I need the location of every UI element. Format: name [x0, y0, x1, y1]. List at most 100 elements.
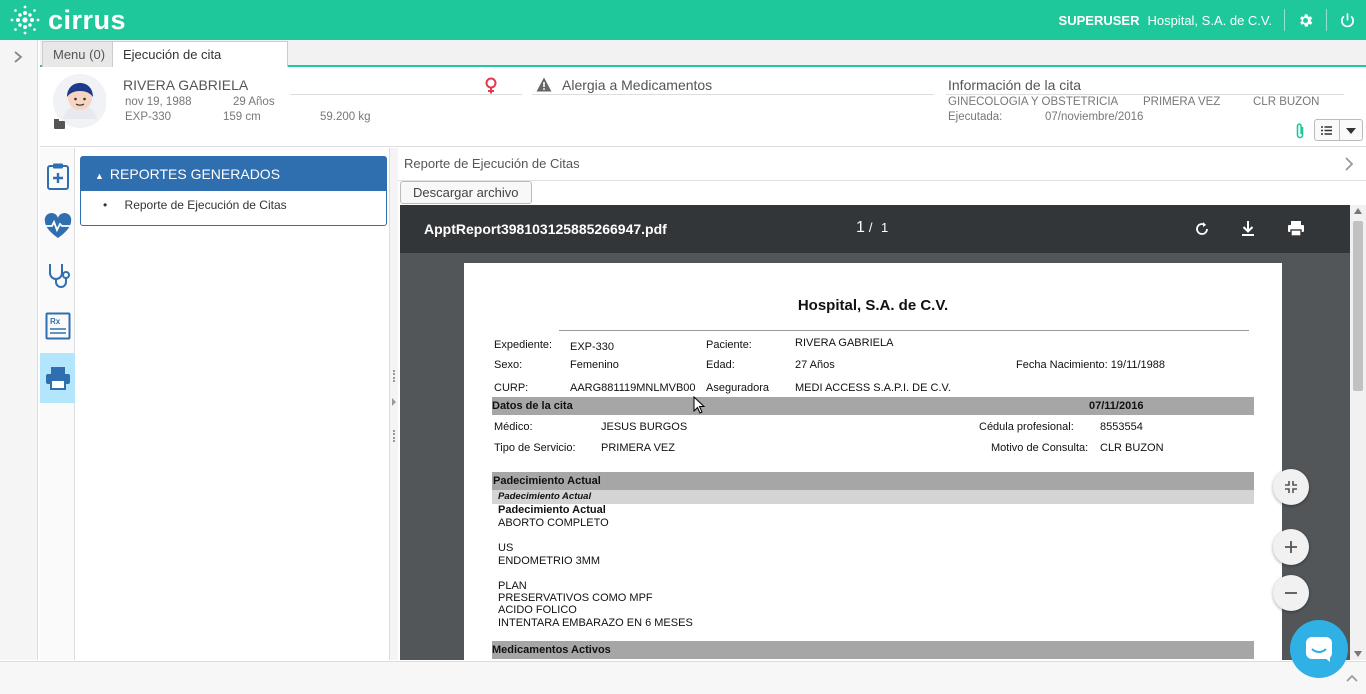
pdf-value-doctor: JESUS BURGOS [601, 421, 688, 433]
patient-header: RIVERA GABRIELA nov 19, 1988 29 Años EXP… [40, 67, 1366, 147]
plus-icon [1285, 541, 1297, 553]
illness-line: ACIDO FOLICO [498, 604, 577, 616]
reports-header-label: REPORTES GENERADOS [109, 166, 281, 182]
subsection-band: Padecimiento Actual [492, 490, 1254, 504]
tab-menu[interactable]: Menu (0) [42, 41, 117, 67]
side-item-vitals[interactable] [40, 201, 75, 251]
download-icon[interactable] [1241, 220, 1255, 237]
pdf-value-curp: AARG881119MNLMVB00 [570, 382, 696, 394]
svg-text:Rx: Rx [50, 317, 61, 326]
fit-page-button[interactable] [1273, 469, 1309, 505]
pdf-viewer: ApptReport398103125885266947.pdf 1/ 1 Ho… [400, 205, 1350, 660]
report-item-label: Reporte de Ejecución de Citas [124, 198, 287, 212]
illness-line: PRESERVATIVOS COMO MPF [498, 592, 653, 604]
logo[interactable]: cirrus [8, 4, 126, 36]
pdf-label-insurer: Aseguradora [706, 382, 769, 394]
side-item-prescription[interactable]: Rx [40, 301, 75, 351]
rotate-icon[interactable] [1194, 221, 1210, 237]
paperclip-icon[interactable] [1294, 122, 1306, 140]
clipboard-plus-icon [46, 163, 69, 190]
subsection-illness: Padecimiento Actual [498, 491, 592, 502]
section-band: Medicamentos Activos [492, 641, 1254, 659]
scrollbar-thumb[interactable] [1353, 221, 1363, 391]
divider [946, 94, 1344, 95]
illness-line: US [498, 542, 514, 554]
tab-bar: Menu (0) Ejecución de cita médica✖ [40, 40, 1366, 87]
status-bar [0, 661, 1366, 694]
patient-record: EXP-330 [125, 111, 172, 123]
mouse-cursor-icon [693, 396, 705, 414]
printer-icon[interactable] [1287, 220, 1305, 237]
reports-accordion: ▲ REPORTES GENERADOS Reporte de Ejecución… [80, 156, 387, 226]
reports-header[interactable]: ▲ REPORTES GENERADOS [81, 157, 386, 191]
chevron-up-icon[interactable] [1346, 674, 1358, 682]
section-meds: Medicamentos Activos [492, 644, 611, 656]
grip-icon [393, 370, 395, 382]
pdf-label-doctor: Médico: [494, 421, 533, 433]
executed-label: Ejecutada: [948, 111, 1003, 123]
allergy-label[interactable]: Alergia a Medicamentos [562, 77, 712, 93]
appointment-reason: CLR BUZON [1253, 96, 1320, 108]
side-item-consultation[interactable] [40, 251, 75, 301]
pdf-label-birth-text: Fecha Nacimiento: [1016, 359, 1108, 371]
side-item-clinical-record[interactable] [40, 151, 75, 201]
section-appointment: Datos de la cita [492, 400, 573, 412]
pdf-page-indicator: 1/ 1 [856, 219, 888, 237]
chevron-right-icon[interactable] [11, 50, 25, 64]
patient-name: RIVERA GABRIELA [123, 77, 249, 93]
pdf-value-insurer: MEDI ACCESS S.A.P.I. DE C.V. [795, 382, 951, 394]
zoom-in-button[interactable] [1273, 529, 1309, 565]
illness-line: ABORTO COMPLETO [498, 517, 609, 529]
page-separator: / [868, 220, 873, 235]
pdf-value-record: EXP-330 [570, 341, 615, 353]
section-appointment-date: 07/11/2016 [1089, 400, 1144, 412]
download-file-button[interactable]: Descargar archivo [400, 181, 532, 204]
illness-heading: Padecimiento Actual [498, 504, 606, 516]
gear-icon[interactable] [1297, 12, 1314, 29]
panel-splitter[interactable] [390, 148, 398, 660]
grip-icon [393, 430, 395, 442]
divider [1326, 9, 1327, 31]
scroll-down-icon[interactable] [1354, 651, 1362, 657]
section-illness: Padecimiento Actual [493, 475, 601, 487]
list-icon [1321, 126, 1332, 135]
illness-line: ENDOMETRIO 3MM [498, 555, 601, 567]
section-band: Datos de la cita 07/11/2016 [492, 397, 1254, 415]
chevron-right-icon[interactable] [1344, 157, 1354, 171]
report-main: Reporte de Ejecución de Citas Descargar … [398, 148, 1366, 660]
illness-line: INTENTARA EMBARAZO EN 6 MESES [498, 617, 693, 629]
stethoscope-icon [48, 264, 70, 288]
current-user: SUPERUSER [1058, 12, 1140, 28]
view-options-button[interactable] [1314, 119, 1363, 141]
power-icon[interactable] [1339, 12, 1356, 29]
scroll-up-icon[interactable] [1354, 208, 1362, 214]
list-item[interactable]: Reporte de Ejecución de Citas [81, 191, 386, 212]
executed-date: 07/noviembre/2016 [1045, 111, 1144, 123]
pdf-value-birth: 19/11/1988 [1110, 359, 1166, 371]
prescription-icon: Rx [45, 312, 70, 340]
illness-line: PLAN [498, 580, 527, 592]
warning-icon [536, 77, 552, 92]
scrollbar[interactable] [1350, 205, 1366, 660]
pdf-filename: ApptReport398103125885266947.pdf [424, 221, 667, 237]
compress-icon [1285, 481, 1297, 493]
brand-name: cirrus [48, 4, 127, 35]
section-band: Padecimiento Actual [492, 472, 1254, 490]
pdf-label-age: Edad: [706, 359, 735, 371]
divider [559, 330, 1249, 331]
pdf-label-service: Tipo de Servicio: [494, 442, 576, 454]
divider [532, 94, 934, 95]
chevron-right-icon[interactable] [391, 398, 397, 406]
pdf-label-curp: CURP: [494, 382, 529, 394]
pdf-value-age: 27 Años [795, 359, 835, 371]
zoom-out-button[interactable] [1273, 575, 1309, 611]
divider [398, 180, 1366, 181]
appointment-visit-type: PRIMERA VEZ [1143, 96, 1221, 108]
pdf-doc-title: Hospital, S.A. de C.V. [797, 297, 949, 314]
company-name: Hospital, S.A. de C.V. [1147, 12, 1272, 28]
tab-appointment-execution[interactable]: Ejecución de cita médica✖ [112, 41, 288, 87]
chat-launcher-button[interactable] [1290, 620, 1348, 678]
patient-weight: 59.200 kg [320, 111, 371, 123]
side-item-print[interactable] [40, 353, 75, 403]
minus-icon [1285, 592, 1297, 594]
